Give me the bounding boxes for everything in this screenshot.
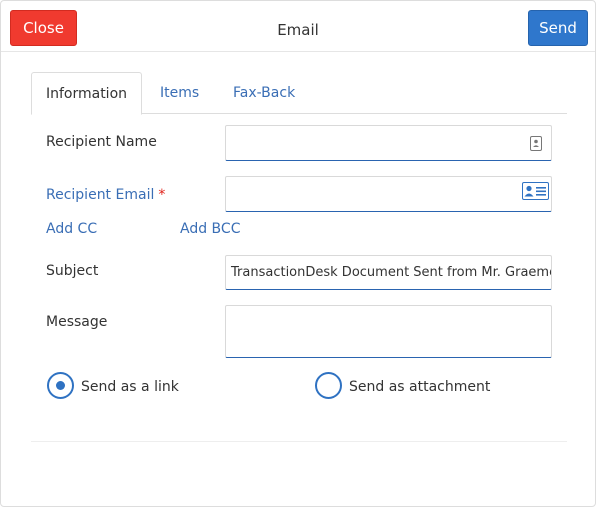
send-as-link-label[interactable]: Send as a link [81,379,179,395]
send-button[interactable]: Send [528,10,588,46]
dialog-title: Email [277,21,319,39]
add-cc-link[interactable]: Add CC [46,221,97,237]
contact-icon[interactable] [530,136,542,151]
send-as-attachment-radio[interactable] [315,372,342,399]
message-textarea[interactable] [225,305,552,358]
recipient-email-label-text: Recipient Email [46,187,155,203]
tab-items[interactable]: Items [160,72,199,114]
subject-label: Subject [46,263,99,279]
message-label: Message [46,314,108,330]
subject-input[interactable]: TransactionDesk Document Sent from Mr. G… [225,255,552,290]
required-marker: * [158,187,166,203]
send-as-link-radio[interactable] [47,372,74,399]
dialog-content: Information Items Fax-Back Recipient Nam… [31,72,567,442]
recipient-name-input[interactable] [225,125,552,161]
recipient-email-label: Recipient Email * [46,187,165,203]
tab-information[interactable]: Information [31,72,142,115]
email-dialog: Close Email Send Information Items Fax-B… [0,0,596,507]
add-bcc-link[interactable]: Add BCC [180,221,240,237]
radio-selected-dot [56,381,65,390]
dialog-header: Close Email Send [1,1,595,52]
tab-fax-back[interactable]: Fax-Back [233,72,295,114]
recipient-email-input[interactable] [225,176,552,212]
recipient-name-label: Recipient Name [46,134,157,150]
send-as-attachment-label[interactable]: Send as attachment [349,379,490,395]
tab-bar: Information Items Fax-Back [31,72,567,115]
address-card-icon[interactable] [522,182,549,200]
